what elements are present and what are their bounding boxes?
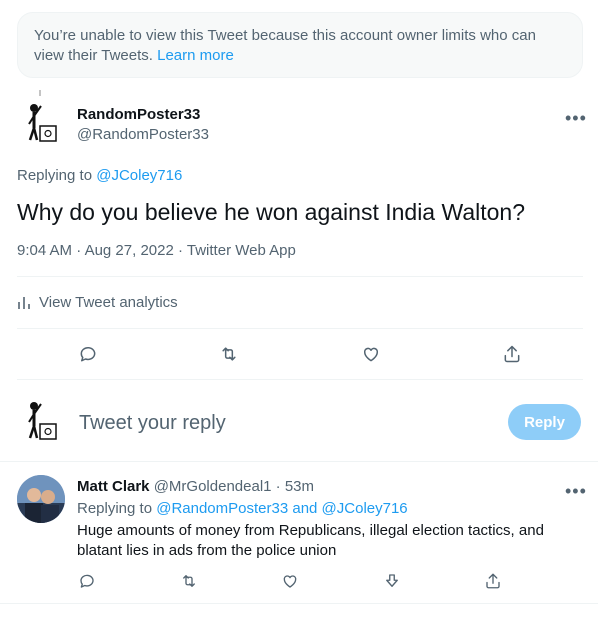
divider [0,461,598,462]
reply-avatar[interactable] [17,475,65,523]
tweet-date[interactable]: Aug 27, 2022 [85,242,174,259]
downvote-action[interactable] [379,568,405,594]
retweet-icon [222,347,236,361]
replying-to-link[interactable]: @JColey716 [96,167,182,184]
author-handle[interactable]: @RandomPoster33 [77,126,209,143]
tweet-meta: 9:04 AM · Aug 27, 2022 · Twitter Web App [17,242,296,259]
replying-prefix: Replying to [17,167,93,184]
replying-to-link[interactable]: @RandomPoster33 and @JColey716 [156,500,407,517]
like-icon [283,575,297,588]
downvote-icon [386,574,398,587]
share-icon [486,573,500,589]
divider [17,328,583,329]
notice-text: You’re unable to view this Tweet because… [34,27,536,64]
like-action[interactable] [358,341,384,367]
tweet-time[interactable]: 9:04 AM [17,242,72,259]
reply-replying-to: Replying to @RandomPoster33 and @JColey7… [77,500,408,517]
retweet-icon [183,575,195,587]
reply-age[interactable]: 53m [285,478,314,495]
divider [17,276,583,277]
composer-avatar[interactable] [22,396,58,449]
author-name[interactable]: RandomPoster33 [77,106,200,123]
reply-action[interactable] [75,341,101,367]
share-icon [504,345,520,363]
analytics-icon [18,296,30,309]
share-action[interactable] [499,341,525,367]
retweet-action[interactable] [216,341,242,367]
tweet-source[interactable]: Twitter Web App [187,242,296,259]
comment-icon [80,347,96,362]
comment-icon [80,574,94,588]
safe-figure-icon [28,90,57,142]
reply-author-handle[interactable]: @MrGoldendeal1 [154,478,272,495]
replying-prefix: Replying to [77,500,153,517]
reply-action[interactable] [74,568,100,594]
tweet-text: Why do you believe he won against India … [17,199,526,225]
share-action[interactable] [480,568,506,594]
divider [17,379,583,380]
avatar[interactable] [22,90,58,151]
reply-author-name[interactable]: Matt Clark [77,478,150,495]
meta-separator: · [275,478,281,495]
learn-more-link[interactable]: Learn more [157,47,234,64]
meta-separator: · [177,242,183,259]
reply-input[interactable]: Tweet your reply [79,412,226,435]
view-analytics-link[interactable]: View Tweet analytics [17,294,178,311]
more-options-icon[interactable]: ••• [565,109,587,127]
avatar-photo [17,475,65,523]
like-action[interactable] [277,568,303,594]
analytics-label: View Tweet analytics [39,294,178,311]
safe-figure-icon [28,402,57,440]
like-icon [363,347,379,362]
reply-text: Huge amounts of money from Republicans, … [77,522,544,559]
replying-to: Replying to @JColey716 [17,167,182,184]
retweet-action[interactable] [176,568,202,594]
divider [0,603,598,604]
more-options-icon[interactable]: ••• [565,482,587,500]
reply-button[interactable]: Reply [508,404,581,440]
restricted-notice: You’re unable to view this Tweet because… [17,12,583,78]
meta-separator: · [76,242,82,259]
reply-header: Matt Clark @MrGoldendeal1 · 53m [77,478,314,495]
